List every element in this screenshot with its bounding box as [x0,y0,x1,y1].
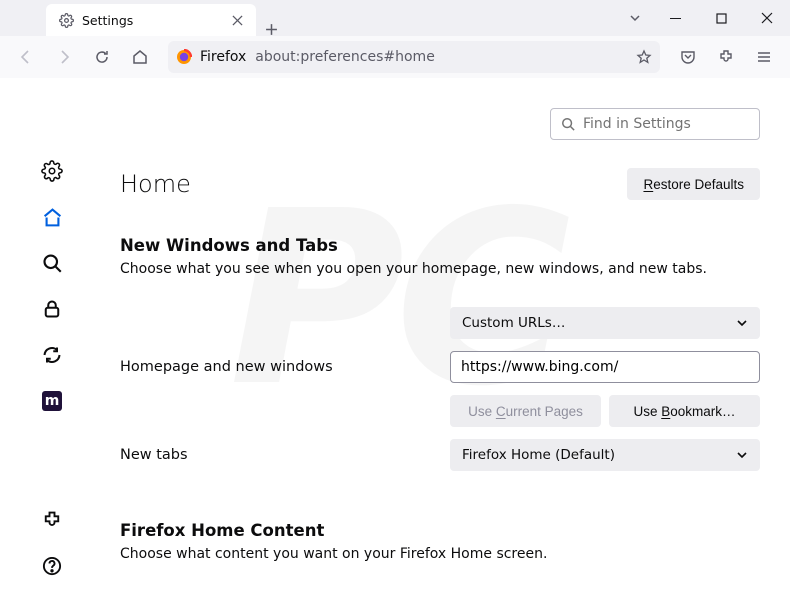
url-text: Firefox about:preferences#home [200,49,628,65]
search-settings-row: Find in Settings [120,108,760,140]
tab-title: Settings [82,13,220,28]
main: Find in Settings Home Restore Defaults N… [104,78,790,598]
url-bar[interactable]: Firefox about:preferences#home [168,41,660,73]
sidebar-extensions-icon[interactable] [32,500,72,540]
forward-button[interactable] [48,41,80,73]
toolbar: Firefox about:preferences#home [0,36,790,78]
sidebar-search-icon[interactable] [32,243,72,283]
new-tab-button[interactable] [256,23,286,36]
chevron-down-icon [736,449,748,461]
maximize-button[interactable] [698,0,744,36]
m-logo-icon: m [42,391,62,411]
homepage-mode-select[interactable]: Custom URLs… [450,307,760,339]
bookmark-star-icon[interactable] [636,49,652,65]
section-firefox-home-content: Firefox Home Content Choose what content… [120,521,760,562]
tab-close-button[interactable] [228,11,246,29]
sidebar-help-icon[interactable] [32,546,72,586]
section-heading-new-windows: New Windows and Tabs [120,236,760,255]
content: m Find in Settings Home Restore Defaults… [0,78,790,598]
sidebar-home-icon[interactable] [32,197,72,237]
page-head-row: Home Restore Defaults [120,168,760,200]
back-button[interactable] [10,41,42,73]
search-settings-placeholder: Find in Settings [583,116,691,132]
page-title: Home [120,170,191,198]
use-current-pages-button[interactable]: Use Current Pages [450,395,601,427]
section-desc-new-windows: Choose what you see when you open your h… [120,261,760,277]
pocket-button[interactable] [672,41,704,73]
firefox-icon [176,49,192,65]
row-homepage-url: Homepage and new windows [120,349,760,385]
close-window-button[interactable] [744,0,790,36]
newtabs-label: New tabs [120,447,450,463]
homepage-url-input[interactable] [450,351,760,383]
sidebar-more-icon[interactable]: m [32,381,72,421]
titlebar: Settings [0,0,790,36]
row-homepage-buttons: Use Current Pages Use Bookmark… [120,393,760,429]
extensions-button[interactable] [710,41,742,73]
section-desc-home-content: Choose what content you want on your Fir… [120,546,760,562]
tab-settings[interactable]: Settings [46,4,256,36]
sidebar: m [0,78,104,598]
sidebar-privacy-icon[interactable] [32,289,72,329]
tabstrip: Settings [0,0,618,36]
window-controls [652,0,790,36]
row-newtabs: New tabs Firefox Home (Default) [120,437,760,473]
homepage-mode-value: Custom URLs… [462,315,565,331]
homepage-label: Homepage and new windows [120,359,450,375]
newtabs-value: Firefox Home (Default) [462,447,615,463]
restore-defaults-button[interactable]: Restore Defaults [627,168,760,200]
newtabs-select[interactable]: Firefox Home (Default) [450,439,760,471]
gear-icon [58,12,74,28]
reload-button[interactable] [86,41,118,73]
minimize-button[interactable] [652,0,698,36]
search-settings-input[interactable]: Find in Settings [550,108,760,140]
row-homepage-select: Custom URLs… [120,305,760,341]
use-bookmark-button[interactable]: Use Bookmark… [609,395,760,427]
search-icon [561,117,575,131]
sidebar-general-icon[interactable] [32,151,72,191]
tabs-dropdown-button[interactable] [618,0,652,36]
chevron-down-icon [736,317,748,329]
section-heading-home-content: Firefox Home Content [120,521,760,540]
sidebar-sync-icon[interactable] [32,335,72,375]
app-menu-button[interactable] [748,41,780,73]
home-button[interactable] [124,41,156,73]
